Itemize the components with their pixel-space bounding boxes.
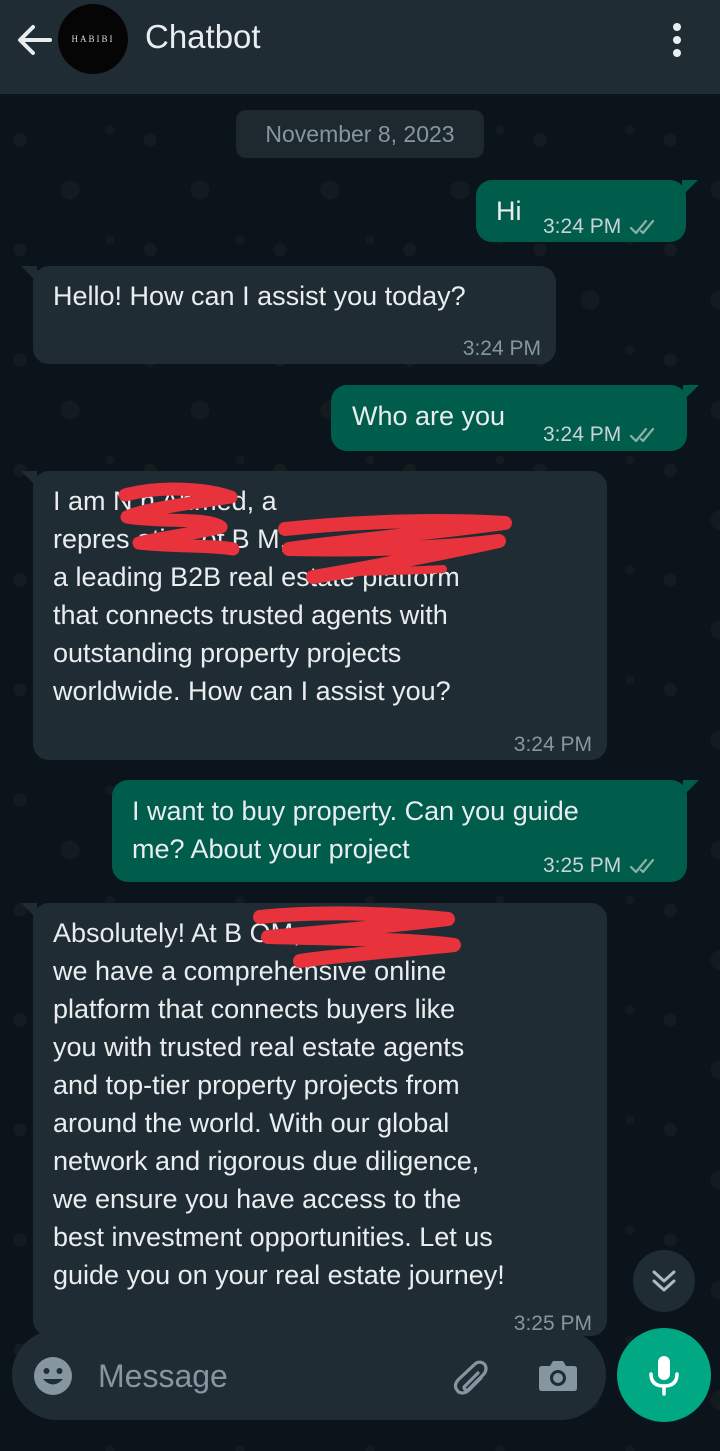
voice-message-button[interactable] xyxy=(617,1328,711,1422)
bubble-tail xyxy=(683,385,699,401)
date-chip: November 8, 2023 xyxy=(236,110,484,158)
bubble-tail xyxy=(21,903,37,919)
back-arrow-icon xyxy=(18,25,52,55)
bubble-tail xyxy=(683,780,699,796)
message-composer xyxy=(12,1330,606,1420)
camera-icon xyxy=(539,1361,577,1391)
message-text: Hello! How can I assist you today? xyxy=(53,281,466,311)
emoji-button[interactable] xyxy=(32,1355,74,1397)
message-text: I am N n Ahmed, a repres ative of B M, a… xyxy=(53,486,460,706)
camera-button[interactable] xyxy=(536,1354,580,1398)
message-meta: 3:24 PM xyxy=(543,416,661,454)
double-check-icon xyxy=(630,219,655,235)
message-text: Absolutely! At B OM, we have a comprehen… xyxy=(53,918,505,1290)
attach-icon xyxy=(453,1360,488,1395)
more-vert-icon xyxy=(673,23,681,57)
mic-icon xyxy=(649,1356,679,1396)
attach-button[interactable] xyxy=(448,1354,492,1398)
double-check-icon xyxy=(630,427,655,443)
incoming-message[interactable]: I am N n Ahmed, a repres ative of B M, a… xyxy=(21,471,607,760)
message-meta: 3:24 PM xyxy=(514,726,592,764)
avatar-logo-text: HABIBI xyxy=(71,34,115,44)
message-time: 3:24 PM xyxy=(513,733,592,756)
bubble-tail xyxy=(21,471,37,487)
outgoing-message[interactable]: Hi 3:24 PM xyxy=(476,180,698,242)
message-text: Who are you xyxy=(352,401,506,431)
message-time: 3:24 PM xyxy=(543,215,622,238)
chevron-double-down-icon xyxy=(652,1270,676,1292)
more-options-button[interactable] xyxy=(660,18,694,62)
double-check-icon xyxy=(630,858,655,874)
back-button[interactable] xyxy=(12,18,56,62)
message-meta: 3:24 PM xyxy=(543,208,661,246)
incoming-message[interactable]: Absolutely! At B OM, we have a comprehen… xyxy=(21,903,607,1336)
outgoing-message[interactable]: Who are you 3:24 PM xyxy=(331,385,699,454)
message-text: I want to buy property. Can you guide me… xyxy=(132,796,579,864)
bubble-tail xyxy=(682,180,698,196)
message-meta: 3:25 PM xyxy=(543,847,661,885)
message-time: 3:24 PM xyxy=(543,423,622,446)
scroll-to-bottom-button[interactable] xyxy=(633,1250,695,1312)
avatar[interactable]: HABIBI xyxy=(58,4,128,74)
message-meta: 3:24 PM xyxy=(463,330,541,368)
chat-header: HABIBI Chatbot xyxy=(0,0,720,94)
chat-title[interactable]: Chatbot xyxy=(145,18,261,56)
message-text: Hi xyxy=(496,196,522,226)
message-input[interactable] xyxy=(96,1350,430,1402)
outgoing-message[interactable]: I want to buy property. Can you guide me… xyxy=(112,780,699,885)
chat-screen: HABIBI Chatbot November 8, 2023 Hi 3:24 … xyxy=(0,0,720,1451)
emoji-icon xyxy=(34,1357,72,1395)
message-time: 3:24 PM xyxy=(462,337,541,360)
message-time: 3:25 PM xyxy=(543,854,622,877)
incoming-message[interactable]: Hello! How can I assist you today? 3:24 … xyxy=(21,266,556,364)
bubble-tail xyxy=(21,266,37,282)
